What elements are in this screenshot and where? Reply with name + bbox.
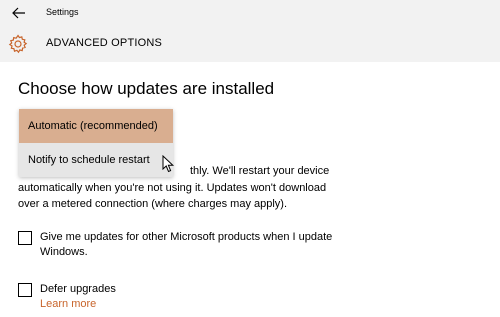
main-content: Choose how updates are installed thly. W… [0,62,500,317]
install-method-dropdown[interactable]: Automatic (recommended) Notify to schedu… [19,109,173,177]
page-header: ADVANCED OPTIONS [0,26,500,62]
arrow-left-icon [12,7,25,19]
gear-icon [8,34,28,54]
learn-more-link[interactable]: Learn more [40,298,96,310]
defer-upgrades-option: Defer upgrades [18,282,116,297]
page-title: ADVANCED OPTIONS [46,37,163,49]
defer-upgrades-label: Defer upgrades [40,283,116,295]
window-title: Settings [46,7,79,17]
description-line-2: automatically when you're not using it. … [18,181,327,194]
other-products-option: Give me updates for other Microsoft prod… [18,230,378,260]
defer-upgrades-checkbox[interactable] [18,283,32,297]
title-bar: Settings [0,0,500,26]
other-products-checkbox[interactable] [18,231,32,245]
option-automatic[interactable]: Automatic (recommended) [19,109,173,143]
option-notify-restart[interactable]: Notify to schedule restart [19,143,173,177]
description-line-3: over a metered connection (where charges… [18,198,288,210]
back-button[interactable] [6,3,32,23]
section-heading: Choose how updates are installed [18,79,275,98]
other-products-label: Give me updates for other Microsoft prod… [40,231,333,258]
mouse-pointer-icon [162,155,175,173]
description-line-1: thly. We'll restart your device [190,165,330,177]
